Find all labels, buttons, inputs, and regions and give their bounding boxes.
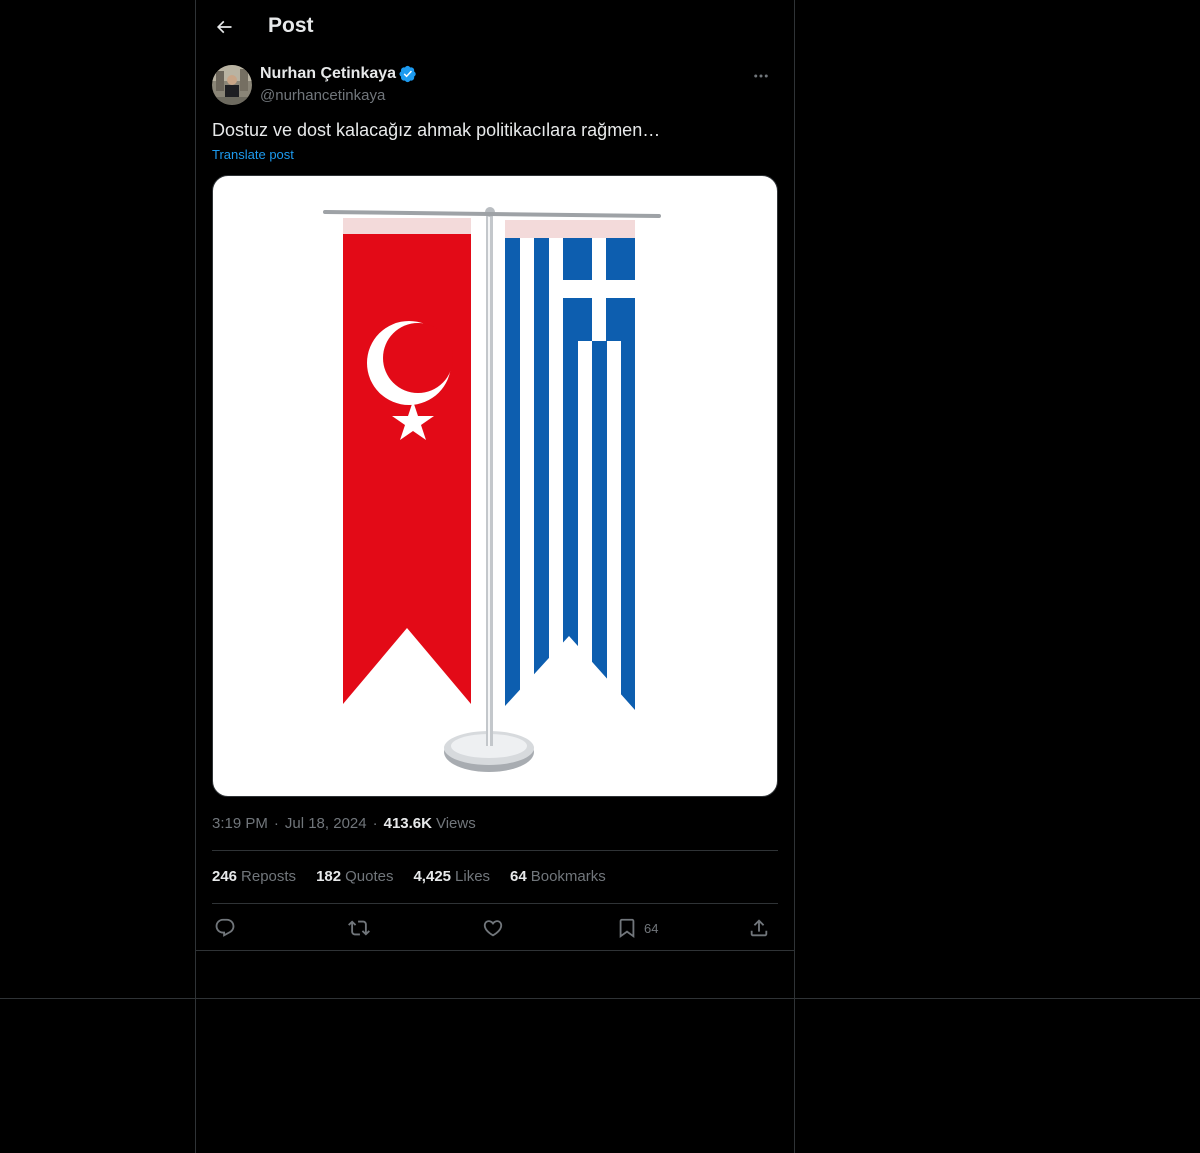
bookmarks-label: Bookmarks <box>530 868 606 885</box>
share-icon <box>750 919 768 937</box>
back-button[interactable] <box>206 9 242 45</box>
likes-label: Likes <box>455 868 491 885</box>
divider <box>212 850 778 851</box>
avatar[interactable] <box>212 65 252 105</box>
post-author: Nurhan Çetinkaya @nurhancetinkaya <box>212 64 778 108</box>
main-column: Post Nurhan Çetinkaya @nurhancetinkaya D… <box>195 0 795 1153</box>
reposts-label: Reposts <box>241 868 297 885</box>
post-time[interactable]: 3:19 PM <box>212 815 268 832</box>
meta-separator: · <box>273 815 279 832</box>
greece-flag <box>505 220 635 710</box>
repost-button[interactable] <box>348 910 370 946</box>
post-actions: 64 <box>212 910 778 946</box>
back-arrow-icon <box>216 20 232 34</box>
divider <box>0 998 1200 999</box>
page: Post Nurhan Çetinkaya @nurhancetinkaya D… <box>0 0 1200 1153</box>
bookmark-icon <box>619 918 635 939</box>
more-options-button[interactable] <box>744 64 778 88</box>
quotes-count: 182 <box>316 868 342 885</box>
views-count: 413.6K <box>383 815 432 832</box>
post-text: Dostuz ve dost kalacağız ahmak politikac… <box>212 120 661 140</box>
reply-button[interactable] <box>214 910 236 946</box>
page-title: Post <box>268 14 314 37</box>
likes-count: 4,425 <box>413 868 452 885</box>
post-image[interactable] <box>212 175 778 797</box>
meta-separator: · <box>372 815 378 832</box>
bookmarks-count: 64 <box>510 868 527 885</box>
repost-icon <box>348 920 370 936</box>
bookmark-count: 64 <box>644 920 659 936</box>
post-date[interactable]: Jul 18, 2024 <box>285 815 367 832</box>
post-meta: 3:19 PM · Jul 18, 2024 · 413.6K Views <box>212 815 476 832</box>
flags-image <box>323 207 661 772</box>
quotes-stat[interactable]: 182 Quotes <box>316 868 393 885</box>
author-handle[interactable]: @nurhancetinkaya <box>260 87 385 104</box>
quotes-label: Quotes <box>345 868 394 885</box>
divider <box>196 950 794 951</box>
post-stats: 246 Reposts 182 Quotes 4,425 Likes 64 Bookma… <box>212 868 626 885</box>
reposts-stat[interactable]: 246 Reposts <box>212 868 296 885</box>
reply-icon <box>215 918 235 937</box>
bookmarks-stat[interactable]: 64 Bookmarks <box>510 868 606 885</box>
views-label: Views <box>435 815 476 832</box>
translate-post-link[interactable]: Translate post <box>212 147 294 162</box>
share-button[interactable] <box>748 910 770 946</box>
divider <box>212 903 778 904</box>
turkey-flag <box>343 218 471 704</box>
bookmark-button[interactable]: 64 <box>616 910 658 946</box>
reposts-count: 246 <box>212 868 238 885</box>
page-header: Post <box>196 0 794 54</box>
like-button[interactable] <box>482 910 504 946</box>
more-icon <box>754 74 768 78</box>
verified-badge-icon <box>399 65 416 83</box>
like-icon <box>483 920 503 937</box>
author-display-name[interactable]: Nurhan Çetinkaya <box>260 65 396 83</box>
likes-stat[interactable]: 4,425 Likes <box>413 868 490 885</box>
